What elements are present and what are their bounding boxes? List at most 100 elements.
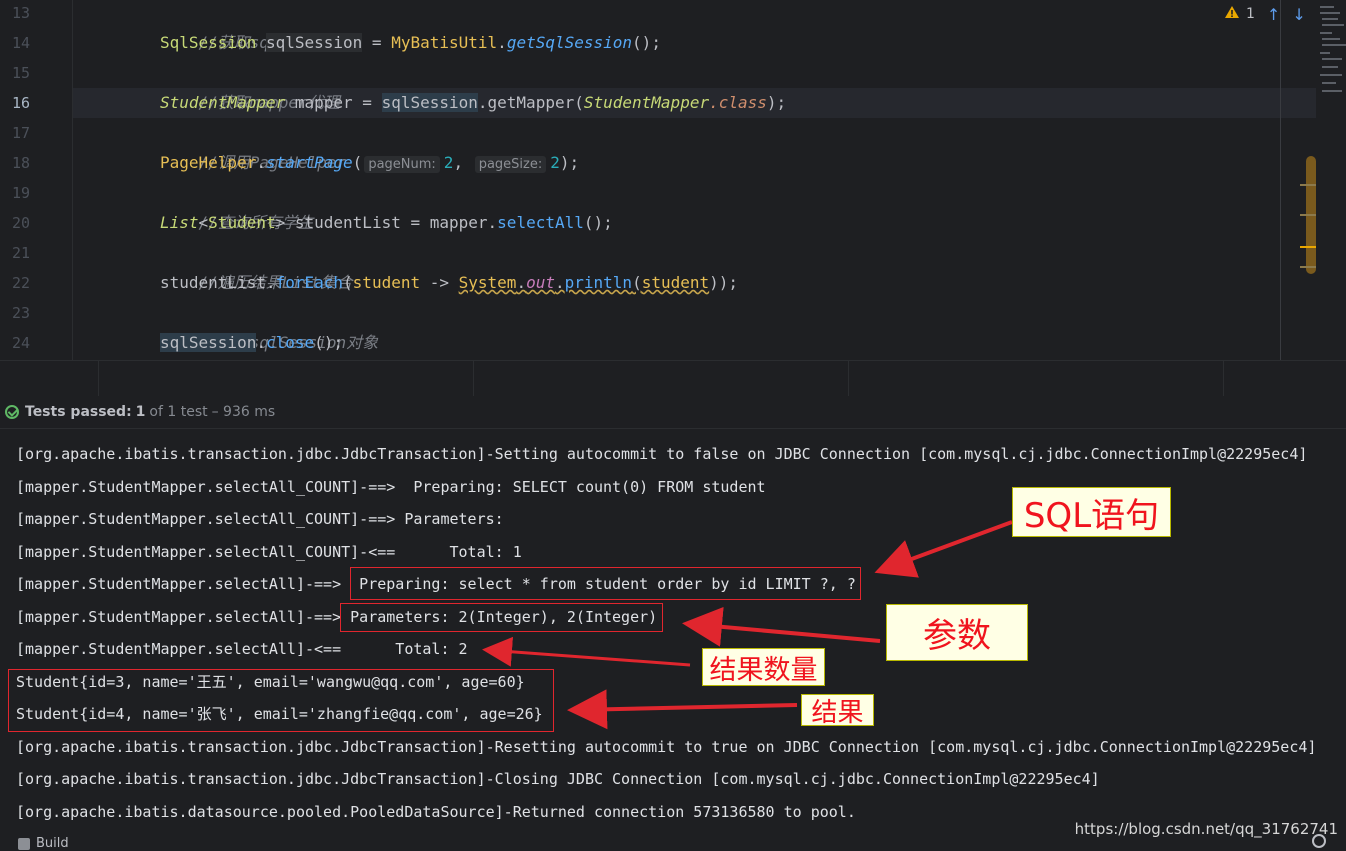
code-line-22[interactable]: studentList.forEach(student -> System.ou…: [160, 268, 738, 298]
parameter-hint: pageNum:: [364, 156, 440, 173]
lambda-arrow: ->: [420, 273, 459, 292]
code-line-15[interactable]: //获取mapper代理: [160, 58, 340, 112]
line-number: 23: [11, 304, 30, 322]
punctuation: ,: [453, 153, 473, 172]
line-number: 20: [11, 214, 30, 232]
punctuation: (: [343, 273, 353, 292]
console-line: [org.apache.ibatis.transaction.jdbc.Jdbc…: [16, 445, 1308, 463]
scroll-marker: [1300, 266, 1316, 268]
warning-scroll-marker[interactable]: [1300, 246, 1316, 248]
warning-count: 1: [1246, 6, 1255, 22]
divider-tick: [1223, 360, 1224, 396]
code-line-24[interactable]: sqlSession.close();: [160, 328, 343, 358]
code-line-13[interactable]: //获取sqlSession: [160, 0, 347, 52]
annotation-count-label: 结果数量: [702, 648, 825, 686]
check-circle-icon: [5, 405, 19, 419]
console-line: [org.apache.ibatis.datasource.pooled.Poo…: [16, 803, 856, 821]
variable: studentList.: [160, 273, 276, 292]
punctuation: ();: [632, 33, 661, 52]
method-name: selectAll: [497, 213, 584, 232]
inspection-widget[interactable]: 1 ↑ ↓: [1224, 0, 1316, 28]
line-number: 15: [11, 64, 30, 82]
line-number-gutter[interactable]: 13 14 15 16 17 18 19 20 21 22 23 24: [0, 0, 73, 360]
line-number: 19: [11, 184, 30, 202]
code-line-14[interactable]: SqlSession sqlSession = MyBatisUtil.getS…: [160, 28, 661, 58]
class-name: System: [458, 273, 517, 292]
annotation-params-label: 参数: [886, 604, 1028, 661]
line-number: 21: [11, 244, 30, 262]
punctuation: (: [632, 273, 642, 292]
divider-tick: [473, 360, 474, 396]
console-line: [mapper.StudentMapper.selectAll_COUNT]-<…: [16, 543, 522, 561]
declaration: mapper =: [285, 93, 382, 112]
next-highlight-icon[interactable]: ↓: [1292, 5, 1305, 24]
previous-highlight-icon[interactable]: ↑: [1267, 5, 1280, 24]
type-name: Student: [208, 213, 276, 232]
line-number: 22: [11, 274, 30, 292]
tests-total: of 1 test: [149, 404, 208, 420]
dot: .: [516, 273, 527, 292]
test-status-bar: Tests passed: 1 of 1 test – 936 ms: [0, 396, 1346, 429]
punctuation: (: [352, 153, 363, 172]
lambda-param: student: [641, 273, 710, 292]
punctuation: ();: [314, 333, 344, 352]
scroll-marker: [1300, 184, 1316, 186]
parameters-highlight-box: [340, 603, 663, 632]
result-highlight-box: [8, 669, 554, 732]
code-editor[interactable]: 13 14 15 16 17 18 19 20 21 22 23 24 //获取…: [0, 0, 1346, 360]
method-name: getSqlSession: [506, 33, 633, 52]
code-line-21[interactable]: //遍历结果List集合: [160, 238, 353, 292]
variable-highlight: sqlSession: [381, 93, 478, 112]
line-number: 13: [11, 4, 30, 22]
type-name: List: [160, 213, 199, 232]
console-line: [mapper.StudentMapper.selectAll]-<== Tot…: [16, 640, 468, 658]
watermark: https://blog.csdn.net/qq_31762741: [1074, 820, 1338, 838]
scroll-marker: [1300, 214, 1316, 216]
line-number-current: 16: [11, 94, 30, 112]
console-line: [org.apache.ibatis.transaction.jdbc.Jdbc…: [16, 738, 1317, 756]
class-name: MyBatisUtil: [391, 33, 498, 52]
punctuation: ));: [709, 273, 739, 292]
code-line-17[interactable]: //调用PageHelper: [160, 118, 347, 172]
variable: sqlSession: [265, 33, 363, 52]
method-name: close: [265, 333, 315, 352]
sql-highlight-box: [350, 567, 861, 600]
type-name: StudentMapper: [160, 93, 286, 112]
dot: .: [256, 333, 266, 352]
tests-passed-count: 1: [135, 404, 146, 420]
code-line-23[interactable]: //关闭sqlSession对象: [160, 298, 379, 352]
code-line-16[interactable]: StudentMapper mapper = sqlSession.getMap…: [160, 88, 786, 118]
code-line-18[interactable]: PageHelper.startPage(pageNum: 2, pageSize…: [160, 148, 579, 178]
right-margin-guide: [1280, 0, 1281, 360]
console-line: [mapper.StudentMapper.selectAll_COUNT]-=…: [16, 478, 766, 496]
method-call: .getMapper(: [477, 93, 584, 112]
punctuation: );: [766, 93, 787, 112]
variable-highlight: sqlSession: [160, 333, 257, 352]
number-literal: 2: [550, 153, 560, 172]
code-line-20[interactable]: List<Student> studentList = mapper.selec…: [160, 208, 613, 238]
static-field: out: [526, 273, 555, 292]
test-duration: – 936 ms: [211, 404, 276, 420]
build-icon: [18, 837, 30, 850]
line-number: 17: [11, 124, 30, 142]
dot: .: [256, 153, 266, 172]
lambda-param: student: [352, 273, 421, 292]
code-minimap[interactable]: [1318, 0, 1346, 110]
divider-tick: [98, 360, 99, 396]
class-name: PageHelper: [160, 153, 257, 172]
code-line-19[interactable]: //查询所有学生: [160, 178, 314, 232]
divider-tick: [848, 360, 849, 396]
method-name: forEach: [275, 273, 344, 292]
dot: .: [554, 273, 565, 292]
number-literal: 2: [443, 153, 454, 172]
warning-icon[interactable]: [1224, 5, 1240, 23]
declaration: > studentList = mapper.: [275, 213, 498, 232]
panel-divider[interactable]: [0, 360, 1346, 397]
type-name: SqlSession: [160, 33, 257, 52]
punctuation: ();: [583, 213, 613, 232]
line-number: 24: [11, 334, 30, 352]
parameter-hint: pageSize:: [474, 156, 547, 173]
keyword: .class: [709, 93, 767, 112]
tests-passed-label: Tests passed:: [25, 404, 132, 420]
type-name: StudentMapper: [583, 93, 710, 112]
